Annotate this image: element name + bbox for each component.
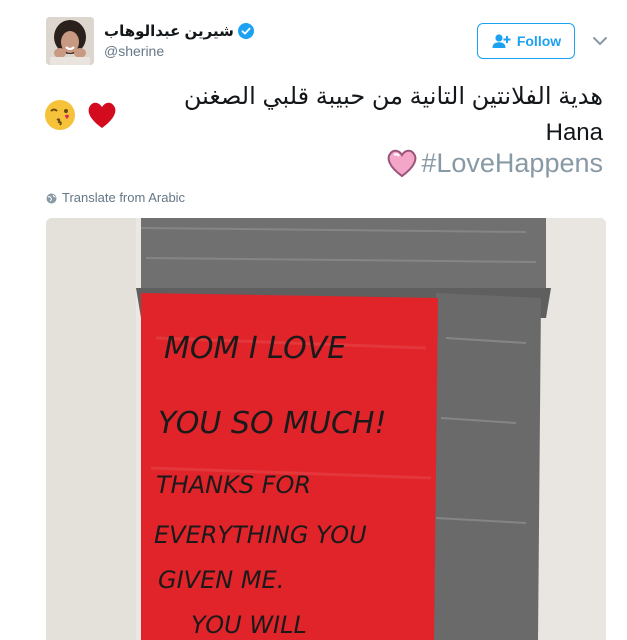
tweet-photo[interactable]: MOM I LOVE YOU SO MUCH! THANKS FOR EVERY…	[46, 218, 606, 640]
note-line-5: GIVEN ME.	[158, 566, 284, 594]
follow-button[interactable]: Follow	[477, 23, 575, 59]
follow-label: Follow	[516, 33, 562, 49]
add-user-icon	[491, 33, 511, 49]
valentine-note-photo: MOM I LOVE YOU SO MUCH! THANKS FOR EVERY…	[46, 218, 606, 640]
note-line-6: YOU WILL	[191, 611, 307, 639]
tweet-header: شيرين عبدالوهاب @sherine Follow	[0, 0, 627, 80]
tweet-text: هدية الفلانتين التانية من حبيبة قلبي الص…	[43, 79, 603, 151]
note-line-3: THANKS FOR	[156, 471, 311, 499]
avatar-photo	[46, 17, 94, 65]
kissing-face-emoji-icon	[43, 98, 77, 132]
note-line-2: YOU SO MUCH!	[158, 406, 386, 441]
chevron-down-icon[interactable]	[592, 34, 608, 46]
avatar[interactable]	[46, 17, 94, 65]
display-name-row: شيرين عبدالوهاب	[104, 21, 254, 41]
tweet-body: هدية الفلانتين التانية من حبيبة قلبي الص…	[183, 83, 603, 146]
tweet-text-line: هدية الفلانتين التانية من حبيبة قلبي الص…	[43, 79, 603, 151]
red-heart-emoji-icon	[85, 98, 119, 132]
display-name[interactable]: شيرين عبدالوهاب	[104, 22, 234, 40]
note-line-4: EVERYTHING YOU	[154, 521, 367, 549]
hashtag-line: #LoveHappens	[385, 146, 603, 180]
pink-heart-emoji-icon	[385, 146, 419, 180]
verified-badge-icon	[237, 23, 254, 39]
note-line-1: MOM I LOVE	[164, 331, 346, 366]
translate-label: Translate from Arabic	[62, 190, 186, 205]
author-handle[interactable]: @sherine	[104, 43, 254, 59]
hashtag-link[interactable]: #LoveHappens	[421, 148, 603, 179]
translate-link[interactable]: Translate from Arabic	[46, 190, 185, 205]
author-block: شيرين عبدالوهاب @sherine	[104, 21, 254, 59]
globe-icon	[46, 192, 57, 204]
